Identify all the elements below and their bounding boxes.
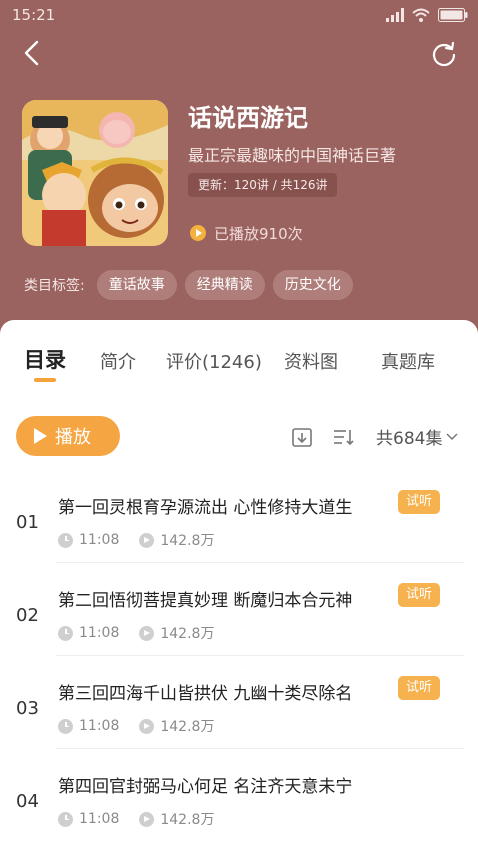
tags-label: 类目标签: bbox=[24, 278, 85, 294]
episode-meta: 11:08 142.8万 bbox=[58, 531, 214, 549]
download-button[interactable] bbox=[291, 426, 313, 448]
episode-row[interactable]: 01 第一回灵根育孕源流出 心性修持大道生 试听 11:08 142.8万 bbox=[0, 470, 478, 563]
episode-duration: 11:08 bbox=[79, 811, 120, 827]
episode-plays: 142.8万 bbox=[160, 719, 215, 735]
active-tab-indicator bbox=[34, 378, 56, 382]
episode-duration: 11:08 bbox=[79, 625, 120, 641]
album-title: 话说西游记 bbox=[188, 104, 308, 132]
download-icon bbox=[291, 428, 313, 452]
episode-plays: 142.8万 bbox=[160, 812, 215, 828]
play-count-icon bbox=[139, 718, 155, 734]
clock-icon bbox=[58, 811, 73, 827]
episode-number: 02 bbox=[16, 605, 39, 626]
update-info-badge: 更新：120讲 / 共126讲 bbox=[188, 173, 338, 197]
album-cover bbox=[22, 100, 168, 246]
battery-icon bbox=[438, 8, 468, 22]
tag-fairy-tale[interactable]: 童话故事 bbox=[96, 270, 177, 300]
episode-count-selector[interactable]: 共684集 bbox=[376, 424, 458, 449]
play-all-label: 播放 bbox=[55, 427, 91, 448]
status-time: 15:21 bbox=[12, 6, 56, 24]
status-icons bbox=[386, 7, 468, 23]
episode-duration: 11:08 bbox=[79, 718, 120, 734]
episode-plays: 142.8万 bbox=[160, 533, 215, 549]
signal-icon bbox=[386, 8, 404, 22]
play-count-icon bbox=[139, 811, 155, 827]
play-count-icon bbox=[139, 625, 155, 641]
trial-badge: 试听 bbox=[398, 676, 441, 700]
wifi-icon bbox=[412, 8, 430, 22]
played-count-label: 已播放910次 bbox=[214, 224, 303, 243]
clock-icon bbox=[58, 718, 73, 734]
episode-title: 第二回悟彻菩提真妙理 断魔归本合元神 bbox=[58, 591, 353, 611]
episode-title: 第三回四海千山皆拱伏 九幽十类尽除名 bbox=[58, 684, 353, 704]
episode-meta: 11:08 142.8万 bbox=[58, 624, 214, 642]
trial-badge: 试听 bbox=[398, 583, 441, 607]
clock-icon bbox=[58, 532, 73, 548]
tab-catalog[interactable]: 目录 bbox=[24, 344, 66, 374]
category-tags: 类目标签: 童话故事 经典精读 历史文化 bbox=[24, 270, 353, 300]
episode-plays: 142.8万 bbox=[160, 626, 215, 642]
tag-classic-reading[interactable]: 经典精读 bbox=[184, 270, 265, 300]
tab-intro[interactable]: 简介 bbox=[100, 348, 136, 374]
chevron-left-icon bbox=[18, 40, 48, 72]
clock-icon bbox=[58, 625, 73, 641]
episode-meta: 11:08 142.8万 bbox=[58, 717, 214, 735]
episode-list: 01 第一回灵根育孕源流出 心性修持大道生 试听 11:08 142.8万 02… bbox=[0, 470, 478, 842]
sort-icon bbox=[332, 430, 354, 452]
tab-exam-bank[interactable]: 真题库 bbox=[381, 348, 435, 374]
sort-button[interactable] bbox=[332, 426, 354, 448]
tag-history-culture[interactable]: 历史文化 bbox=[272, 270, 353, 300]
content-panel: 目录 简介 评价(1246) 资料图 真题库 播放 共684集 01 第一回灵根… bbox=[0, 320, 478, 850]
episode-title: 第一回灵根育孕源流出 心性修持大道生 bbox=[58, 498, 353, 518]
refresh-icon bbox=[430, 41, 458, 72]
episode-row[interactable]: 02 第二回悟彻菩提真妙理 断魔归本合元神 试听 11:08 142.8万 bbox=[0, 563, 478, 656]
trial-badge: 试听 bbox=[398, 490, 441, 514]
tab-materials[interactable]: 资料图 bbox=[284, 348, 338, 374]
play-icon bbox=[34, 428, 47, 444]
episode-row[interactable]: 03 第三回四海千山皆拱伏 九幽十类尽除名 试听 11:08 142.8万 bbox=[0, 656, 478, 749]
back-button[interactable] bbox=[18, 38, 48, 68]
album-subtitle: 最正宗最趣味的中国神话巨著 bbox=[188, 146, 397, 165]
play-count-icon bbox=[139, 532, 155, 548]
chevron-down-icon bbox=[446, 427, 458, 447]
played-count: 已播放910次 bbox=[190, 222, 303, 244]
episode-title: 第四回官封弼马心何足 名注齐天意未宁 bbox=[58, 777, 353, 797]
tab-reviews[interactable]: 评价(1246) bbox=[166, 348, 262, 374]
album-header: 15:21 话说西游记 最正宗最趣味的中国神话巨著 更新：120讲 / 共126… bbox=[0, 0, 478, 350]
episode-number: 03 bbox=[16, 698, 39, 719]
play-all-button[interactable]: 播放 bbox=[16, 416, 120, 456]
episode-number: 01 bbox=[16, 512, 39, 533]
episode-duration: 11:08 bbox=[79, 532, 120, 548]
episode-number: 04 bbox=[16, 791, 39, 812]
episode-count-label: 共684集 bbox=[376, 429, 443, 449]
play-circle-icon bbox=[190, 225, 206, 241]
episode-row[interactable]: 04 第四回官封弼马心何足 名注齐天意未宁 11:08 142.8万 bbox=[0, 749, 478, 842]
episode-meta: 11:08 142.8万 bbox=[58, 810, 214, 828]
status-bar: 15:21 bbox=[0, 0, 478, 30]
tab-bar: 目录 简介 评价(1246) 资料图 真题库 bbox=[0, 342, 478, 382]
refresh-button[interactable] bbox=[430, 40, 458, 68]
